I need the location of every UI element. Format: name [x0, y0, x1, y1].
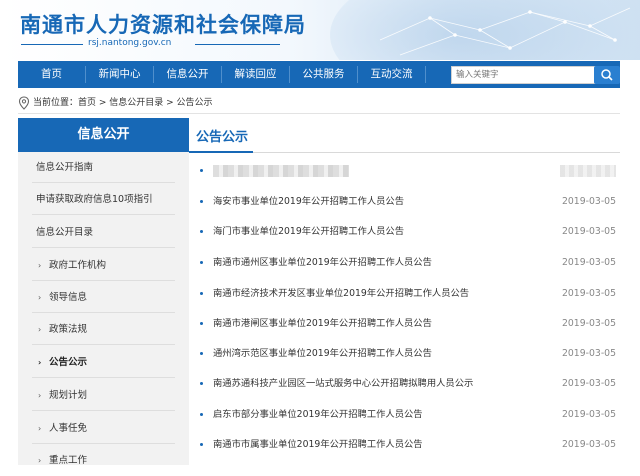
list-item-blurred [196, 156, 620, 186]
chevron-right-icon: › [38, 325, 42, 334]
list-item-date: 2019-03-05 [561, 196, 616, 207]
list-item-date: 2019-03-05 [561, 348, 616, 359]
domain-divider-right [195, 44, 280, 45]
list-item-title[interactable]: 海门市事业单位2019年公开招聘工作人员公告 [213, 217, 404, 247]
list-item-date: 2019-03-05 [561, 257, 616, 268]
nav-item-news[interactable]: 新闻中心 [86, 61, 153, 88]
list-item-date: 2019-03-05 [561, 378, 616, 389]
list-item-title[interactable]: 海安市事业单位2019年公开招聘工作人员公告 [213, 187, 404, 217]
location-pin-icon [18, 96, 30, 110]
nav-item-public-service[interactable]: 公共服务 [290, 61, 357, 88]
sidebar-item-key-work[interactable]: › 重点工作 [18, 445, 189, 476]
list-item-date: 2019-03-05 [561, 409, 616, 420]
bullet-dot-icon [200, 413, 203, 416]
list-item-title[interactable]: 南通市市属事业单位2019年公开招聘工作人员公告 [213, 430, 423, 460]
list-item[interactable]: 海门市事业单位2019年公开招聘工作人员公告 2019-03-05 [196, 217, 620, 247]
sidebar-item-label: 公告公示 [49, 357, 88, 368]
search-box[interactable] [451, 66, 605, 84]
sidebar-heading: 信息公开 [18, 118, 189, 152]
list-item-title[interactable]: 通州湾示范区事业单位2019年公开招聘工作人员公告 [213, 339, 432, 369]
list-item-title[interactable]: 南通市通州区事业单位2019年公开招聘工作人员公告 [213, 248, 432, 278]
sidebar-item-leaders[interactable]: › 领导信息 [18, 282, 189, 313]
bullet-dot-icon [200, 292, 203, 295]
bullet-dot-icon [200, 200, 203, 203]
list-item[interactable]: 通州湾示范区事业单位2019年公开招聘工作人员公告 2019-03-05 [196, 339, 620, 369]
sidebar-item-guide[interactable]: 信息公开指南 [18, 152, 189, 183]
chevron-right-icon: › [38, 391, 42, 400]
nav-item-info-public[interactable]: 信息公开 [154, 61, 221, 88]
list-item-title[interactable]: 南通市经济技术开发区事业单位2019年公开招聘工作人员公告 [213, 279, 469, 309]
chevron-right-icon: › [38, 424, 42, 433]
list-item-title[interactable]: 南通苏通科技产业园区一站式服务中心公开招聘拟聘用人员公示 [213, 369, 473, 399]
title-divider [189, 152, 620, 153]
nav-item-interpretation[interactable]: 解读回应 [222, 61, 289, 88]
nav-item-home[interactable]: 首页 [18, 61, 85, 88]
list-item[interactable]: 南通市通州区事业单位2019年公开招聘工作人员公告 2019-03-05 [196, 248, 620, 278]
sidebar-item-label: 政策法规 [49, 324, 88, 335]
sidebar-item-gov-agencies[interactable]: › 政府工作机构 [18, 250, 189, 281]
bullet-dot-icon [200, 352, 203, 355]
sidebar-item-label: 领导信息 [49, 292, 88, 303]
breadcrumb-divider [18, 113, 620, 114]
site-domain: rsj.nantong.gov.cn [88, 38, 172, 48]
search-input[interactable] [456, 67, 576, 83]
sidebar-item-ten-guidelines[interactable]: 申请获取政府信息10项指引 [18, 184, 189, 215]
search-icon [601, 69, 613, 81]
site-title[interactable]: 南通市人力资源和社会保障局 [20, 9, 306, 39]
blurred-date [560, 165, 616, 177]
bullet-dot-icon [200, 169, 203, 172]
main-nav: 首页 新闻中心 信息公开 解读回应 公共服务 互动交流 [18, 61, 620, 88]
site-header: 南通市人力资源和社会保障局 rsj.nantong.gov.cn [0, 0, 640, 60]
bullet-dot-icon [200, 230, 203, 233]
list-item-title[interactable]: 启东市部分事业单位2019年公开招聘工作人员公告 [213, 400, 423, 430]
list-item-title[interactable]: 南通市港闸区事业单位2019年公开招聘工作人员公告 [213, 309, 432, 339]
sidebar-item-label: 政府工作机构 [49, 260, 107, 271]
list-item[interactable]: 海安市事业单位2019年公开招聘工作人员公告 2019-03-05 [196, 187, 620, 217]
sidebar-item-label: 信息公开目录 [36, 227, 94, 238]
sidebar-item-policies[interactable]: › 政策法规 [18, 314, 189, 345]
list-item-date: 2019-03-05 [561, 318, 616, 329]
sidebar-item-announcements[interactable]: › 公告公示 [18, 347, 189, 378]
sidebar-item-label: 规划计划 [49, 390, 88, 401]
chevron-right-icon: › [38, 456, 42, 465]
sidebar-item-label: 申请获取政府信息10项指引 [36, 194, 153, 205]
search-button[interactable] [594, 66, 620, 84]
list-item[interactable]: 南通市港闸区事业单位2019年公开招聘工作人员公告 2019-03-05 [196, 309, 620, 339]
network-lines-decoration [379, 7, 631, 56]
nav-divider [425, 66, 426, 83]
list-item-date: 2019-03-05 [561, 439, 616, 450]
list-item[interactable]: 南通市经济技术开发区事业单位2019年公开招聘工作人员公告 2019-03-05 [196, 279, 620, 309]
sidebar-item-appointments[interactable]: › 人事任免 [18, 413, 189, 444]
list-item[interactable]: 南通市市属事业单位2019年公开招聘工作人员公告 2019-03-05 [196, 430, 620, 460]
chevron-right-icon: › [38, 293, 42, 302]
list-item[interactable]: 南通苏通科技产业园区一站式服务中心公开招聘拟聘用人员公示 2019-03-05 [196, 369, 620, 399]
title-underline [189, 151, 253, 153]
list-item-date: 2019-03-05 [561, 226, 616, 237]
sidebar-item-plans[interactable]: › 规划计划 [18, 380, 189, 411]
sidebar-item-catalog[interactable]: 信息公开目录 [18, 217, 189, 248]
nav-item-interaction[interactable]: 互动交流 [358, 61, 425, 88]
sidebar-item-label: 人事任免 [49, 423, 88, 434]
bullet-dot-icon [200, 261, 203, 264]
domain-divider-left [21, 44, 83, 45]
breadcrumb-text[interactable]: 当前位置：首页 > 信息公开目录 > 公告公示 [33, 95, 213, 111]
bullet-dot-icon [200, 443, 203, 446]
chevron-right-icon: › [38, 261, 42, 270]
bullet-dot-icon [200, 322, 203, 325]
sidebar-item-label: 信息公开指南 [36, 162, 94, 173]
bullet-dot-icon [200, 382, 203, 385]
sidebar: 信息公开 信息公开指南 申请获取政府信息10项指引 信息公开目录 › 政府工作机… [18, 118, 189, 466]
list-item[interactable]: 启东市部分事业单位2019年公开招聘工作人员公告 2019-03-05 [196, 400, 620, 430]
page-title: 公告公示 [196, 130, 249, 145]
list-item-date: 2019-03-05 [561, 288, 616, 299]
blurred-title [213, 165, 349, 177]
chevron-right-icon: › [38, 358, 42, 367]
sidebar-item-label: 重点工作 [49, 455, 88, 466]
